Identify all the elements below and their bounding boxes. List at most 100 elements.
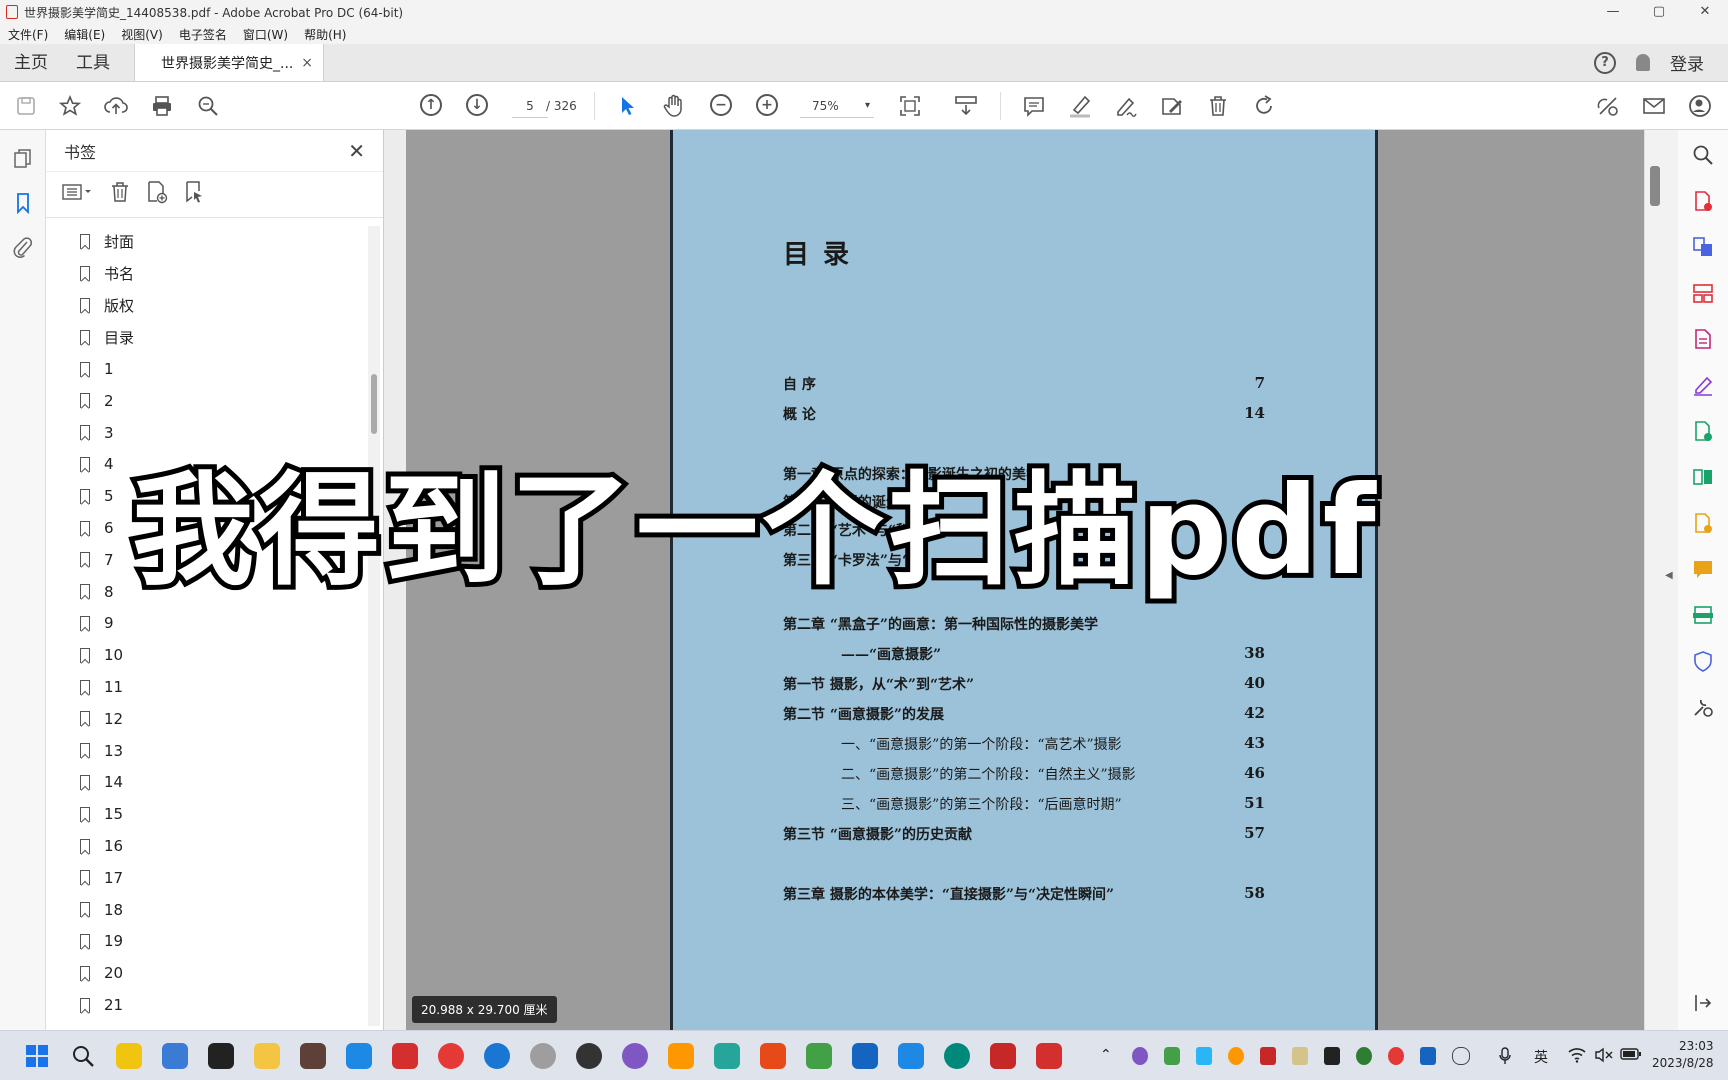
bookmark-item[interactable]: 15: [46, 798, 366, 830]
tray-app-icon[interactable]: [1356, 1047, 1372, 1065]
tray-app-icon[interactable]: [1292, 1047, 1308, 1065]
previous-page-icon[interactable]: ↑: [420, 94, 442, 116]
notification-bell-icon[interactable]: [1636, 54, 1650, 71]
clock-app-icon[interactable]: [530, 1043, 556, 1069]
scrollbar-thumb[interactable]: [371, 374, 377, 434]
windows-start-icon[interactable]: [24, 1043, 50, 1069]
wechat-icon[interactable]: [806, 1043, 832, 1069]
attachment-icon[interactable]: [12, 236, 34, 258]
obs-icon[interactable]: [576, 1043, 602, 1069]
delete-bookmark-icon[interactable]: [110, 181, 130, 208]
export-word-icon[interactable]: [1692, 512, 1714, 534]
bookmark-item[interactable]: 1: [46, 353, 366, 385]
rotate-icon[interactable]: [1252, 94, 1276, 118]
select-cursor-icon[interactable]: [616, 94, 640, 118]
app-mail-icon[interactable]: [852, 1043, 878, 1069]
save-icon[interactable]: [14, 94, 38, 118]
tray-search-icon[interactable]: [1228, 1047, 1244, 1065]
hand-tool-icon[interactable]: [662, 94, 686, 118]
add-user-icon[interactable]: [1688, 94, 1712, 118]
draw-sign-icon[interactable]: [1114, 94, 1138, 118]
compare-files-icon[interactable]: [1692, 466, 1714, 488]
expand-pane-icon[interactable]: [1692, 992, 1714, 1014]
find-bookmark-icon[interactable]: [184, 180, 206, 209]
export-pdf-icon[interactable]: [1692, 190, 1714, 212]
app-purple-icon[interactable]: [622, 1043, 648, 1069]
menu-esign[interactable]: 电子签名: [171, 26, 235, 43]
bookmark-item[interactable]: 3: [46, 417, 366, 449]
app-globe-icon[interactable]: [944, 1043, 970, 1069]
photos-icon[interactable]: [898, 1043, 924, 1069]
tray-app-icon[interactable]: [1260, 1047, 1276, 1065]
bookmark-item[interactable]: 封面: [46, 226, 366, 258]
tray-app-icon[interactable]: [1196, 1047, 1212, 1065]
protect-shield-icon[interactable]: [1692, 650, 1714, 672]
edit-text-icon[interactable]: [1160, 94, 1184, 118]
netease-music-icon[interactable]: [438, 1043, 464, 1069]
menu-window[interactable]: 窗口(W): [235, 26, 296, 43]
search-icon[interactable]: [70, 1043, 96, 1069]
app-teal-icon[interactable]: [714, 1043, 740, 1069]
ime-indicator[interactable]: 英: [1534, 1047, 1548, 1066]
volume-muted-icon[interactable]: [1594, 1047, 1614, 1065]
tray-app-icon[interactable]: [1324, 1047, 1340, 1065]
bookmark-item[interactable]: 16: [46, 830, 366, 862]
email-icon[interactable]: [1642, 94, 1666, 118]
scan-ocr-icon[interactable]: [1692, 604, 1714, 626]
bookmark-item[interactable]: 20: [46, 957, 366, 989]
highlight-pen-icon[interactable]: [1068, 94, 1092, 118]
bookmark-panel-icon[interactable]: [12, 192, 34, 215]
everything-search-icon[interactable]: [668, 1043, 694, 1069]
microphone-icon[interactable]: [1498, 1047, 1512, 1065]
bookmark-options-icon[interactable]: [62, 182, 94, 207]
scrollbar-thumb[interactable]: [1650, 166, 1660, 206]
zoom-in-icon[interactable]: +: [756, 94, 778, 116]
more-tools-icon[interactable]: [1692, 696, 1714, 718]
system-clock[interactable]: 23:03 2023/8/28: [1652, 1038, 1714, 1072]
bookmark-item[interactable]: 18: [46, 894, 366, 926]
bookmark-item[interactable]: 书名: [46, 258, 366, 290]
tab-document[interactable]: 世界摄影美学简史_... ×: [134, 44, 324, 81]
menu-help[interactable]: 帮助(H): [296, 26, 354, 43]
menu-view[interactable]: 视图(V): [113, 26, 171, 43]
app-zotero-icon[interactable]: [392, 1043, 418, 1069]
cloud-upload-icon[interactable]: [104, 94, 128, 118]
bookmark-item[interactable]: 2: [46, 385, 366, 417]
zoom-out-icon[interactable]: −: [710, 94, 732, 116]
mendeley-icon[interactable]: [990, 1043, 1016, 1069]
bookmark-item[interactable]: 11: [46, 671, 366, 703]
bookmark-item[interactable]: 12: [46, 703, 366, 735]
wifi-icon[interactable]: [1568, 1047, 1586, 1065]
close-window-button[interactable]: ✕: [1682, 0, 1728, 24]
bookmark-item[interactable]: 19: [46, 926, 366, 958]
bookmarks-scrollbar[interactable]: [368, 226, 380, 1026]
organize-pages-icon[interactable]: [1692, 282, 1714, 304]
edge-browser-icon[interactable]: [484, 1043, 510, 1069]
menu-edit[interactable]: 编辑(E): [56, 26, 113, 43]
document-scrollbar[interactable]: ◀: [1644, 130, 1678, 1030]
tray-app-icon[interactable]: [1420, 1047, 1436, 1065]
scroll-mode-icon[interactable]: [954, 94, 978, 118]
fill-sign-icon[interactable]: [1692, 374, 1714, 396]
bookmark-item[interactable]: 版权: [46, 290, 366, 322]
maximize-button[interactable]: ▢: [1636, 0, 1682, 24]
share-link-icon[interactable]: [1596, 94, 1620, 118]
vscode-icon[interactable]: [346, 1043, 372, 1069]
app-chat-icon[interactable]: [162, 1043, 188, 1069]
bookmark-item[interactable]: 9: [46, 608, 366, 640]
close-tab-icon[interactable]: ×: [301, 55, 313, 71]
app-todo-icon[interactable]: [116, 1043, 142, 1069]
battery-icon[interactable]: [1620, 1047, 1642, 1065]
bookmark-item[interactable]: 13: [46, 735, 366, 767]
help-icon[interactable]: ?: [1594, 51, 1616, 74]
bookmark-item[interactable]: 10: [46, 639, 366, 671]
tray-music-icon[interactable]: [1388, 1047, 1404, 1065]
minimize-button[interactable]: —: [1590, 0, 1636, 24]
bookmark-item[interactable]: 14: [46, 767, 366, 799]
star-icon[interactable]: [58, 94, 82, 118]
tab-tools[interactable]: 工具: [62, 44, 124, 81]
page-number-input[interactable]: 5: [512, 94, 548, 118]
bookmark-item[interactable]: 目录: [46, 321, 366, 353]
file-explorer-icon[interactable]: [254, 1043, 280, 1069]
bookmark-item[interactable]: 21: [46, 989, 366, 1021]
